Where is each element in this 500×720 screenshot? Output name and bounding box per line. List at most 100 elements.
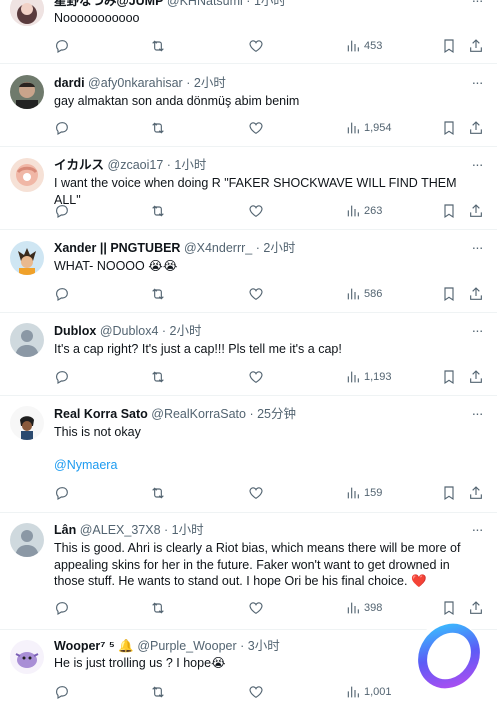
share-button[interactable] [468, 367, 484, 387]
more-options-button[interactable]: ··· [469, 75, 485, 91]
views-button[interactable]: 398 [345, 598, 382, 618]
tweet[interactable]: Real Korra Sato @RealKorraSato · 25分钟 ··… [0, 396, 497, 513]
reply-button[interactable] [54, 118, 70, 138]
views-button[interactable]: 159 [345, 483, 382, 503]
more-options-button[interactable]: ··· [469, 240, 485, 256]
avatar[interactable] [10, 523, 44, 557]
user-handle[interactable]: @X4nderrr_ [184, 241, 252, 255]
more-options-button[interactable]: ··· [469, 0, 485, 9]
share-button[interactable] [468, 598, 484, 618]
like-button[interactable] [248, 118, 264, 138]
timestamp[interactable]: 1小时 [254, 0, 286, 8]
timestamp[interactable]: 2小时 [170, 324, 202, 338]
views-button[interactable]: 1,001 [345, 682, 392, 702]
repost-button[interactable] [150, 598, 166, 618]
repost-icon [152, 371, 164, 383]
reply-button[interactable] [54, 201, 70, 221]
like-button[interactable] [248, 367, 264, 387]
avatar[interactable] [10, 241, 44, 275]
repost-button[interactable] [150, 118, 166, 138]
timestamp[interactable]: 1小时 [172, 523, 204, 537]
share-icon [470, 39, 482, 52]
bookmark-button[interactable] [441, 201, 457, 221]
avatar[interactable] [10, 640, 44, 674]
views-button[interactable]: 263 [345, 201, 382, 221]
display-name[interactable]: dardi [54, 76, 85, 90]
reply-button[interactable] [54, 483, 70, 503]
bookmark-icon [444, 601, 454, 616]
repost-button[interactable] [150, 36, 166, 56]
share-button[interactable] [468, 284, 484, 304]
views-button[interactable]: 586 [345, 284, 382, 304]
timestamp[interactable]: 1小时 [174, 158, 206, 172]
bookmark-button[interactable] [441, 598, 457, 618]
user-handle[interactable]: @KHNatsumi [167, 0, 243, 8]
user-handle[interactable]: @Purple_Wooper [137, 639, 236, 653]
user-handle[interactable]: @Dublox4 [100, 324, 159, 338]
like-button[interactable] [248, 36, 264, 56]
more-options-button[interactable]: ··· [469, 406, 485, 422]
tweet[interactable]: 星野なつみ@JUMP @KHNatsumi · 1小时 ··· Nooooooo… [0, 0, 497, 64]
reply-icon [56, 122, 68, 136]
tweet[interactable]: Xander || PNGTUBER @X4nderrr_ · 2小时 ··· … [0, 230, 497, 313]
display-name[interactable]: Dublox [54, 324, 96, 338]
reply-button[interactable] [54, 36, 70, 56]
share-button[interactable] [468, 201, 484, 221]
share-button[interactable] [468, 483, 484, 503]
like-button[interactable] [248, 201, 264, 221]
mention-link[interactable]: @Nymaera [54, 457, 479, 474]
display-name[interactable]: 星野なつみ@JUMP [54, 0, 163, 8]
like-button[interactable] [248, 682, 264, 702]
floating-assistant-logo-icon[interactable] [414, 620, 484, 690]
display-name[interactable]: イカルス [54, 158, 104, 172]
like-button[interactable] [248, 483, 264, 503]
bookmark-button[interactable] [441, 118, 457, 138]
bookmark-button[interactable] [441, 36, 457, 56]
reply-button[interactable] [54, 284, 70, 304]
more-options-button[interactable]: ··· [469, 323, 485, 339]
reply-button[interactable] [54, 682, 70, 702]
views-button[interactable]: 1,193 [345, 367, 392, 387]
reply-button[interactable] [54, 598, 70, 618]
timestamp[interactable]: 2小时 [263, 241, 295, 255]
tweet[interactable]: イカルス @zcaoi17 · 1小时 ··· I want the voice… [0, 147, 497, 230]
tweet[interactable]: dardi @afy0nkarahisar · 2小时 ··· gay alma… [0, 64, 497, 147]
avatar[interactable] [10, 323, 44, 357]
user-handle[interactable]: @RealKorraSato [151, 407, 246, 421]
repost-button[interactable] [150, 284, 166, 304]
share-button[interactable] [468, 118, 484, 138]
bookmark-button[interactable] [441, 284, 457, 304]
repost-button[interactable] [150, 367, 166, 387]
more-options-button[interactable]: ··· [469, 157, 485, 173]
user-handle[interactable]: @afy0nkarahisar [88, 76, 183, 90]
repost-icon [152, 602, 164, 614]
avatar[interactable] [10, 0, 44, 26]
timestamp[interactable]: 3小时 [248, 639, 280, 653]
reply-button[interactable] [54, 367, 70, 387]
tweet[interactable]: Lân @ALEX_37X8 · 1小时 ··· This is good. A… [0, 513, 497, 630]
views-button[interactable]: 1,954 [345, 118, 392, 138]
repost-button[interactable] [150, 682, 166, 702]
user-handle[interactable]: @ALEX_37X8 [80, 523, 161, 537]
like-button[interactable] [248, 284, 264, 304]
avatar[interactable] [10, 406, 44, 440]
more-options-button[interactable]: ··· [469, 522, 485, 538]
repost-button[interactable] [150, 201, 166, 221]
display-name[interactable]: Lân [54, 523, 76, 537]
user-handle[interactable]: @zcaoi17 [108, 158, 164, 172]
views-button[interactable]: 453 [345, 36, 382, 56]
avatar[interactable] [10, 158, 44, 192]
bookmark-button[interactable] [441, 367, 457, 387]
bar-chart-icon [347, 487, 359, 499]
display-name[interactable]: Xander || PNGTUBER [54, 241, 180, 255]
display-name[interactable]: Wooper⁷ ⁵ 🔔 [54, 639, 134, 653]
repost-button[interactable] [150, 483, 166, 503]
bookmark-button[interactable] [441, 483, 457, 503]
share-button[interactable] [468, 36, 484, 56]
like-button[interactable] [248, 598, 264, 618]
timestamp[interactable]: 25分钟 [257, 407, 296, 421]
display-name[interactable]: Real Korra Sato [54, 407, 148, 421]
timestamp[interactable]: 2小时 [194, 76, 226, 90]
avatar[interactable] [10, 75, 44, 109]
tweet[interactable]: Dublox @Dublox4 · 2小时 ··· It's a cap rig… [0, 313, 497, 396]
